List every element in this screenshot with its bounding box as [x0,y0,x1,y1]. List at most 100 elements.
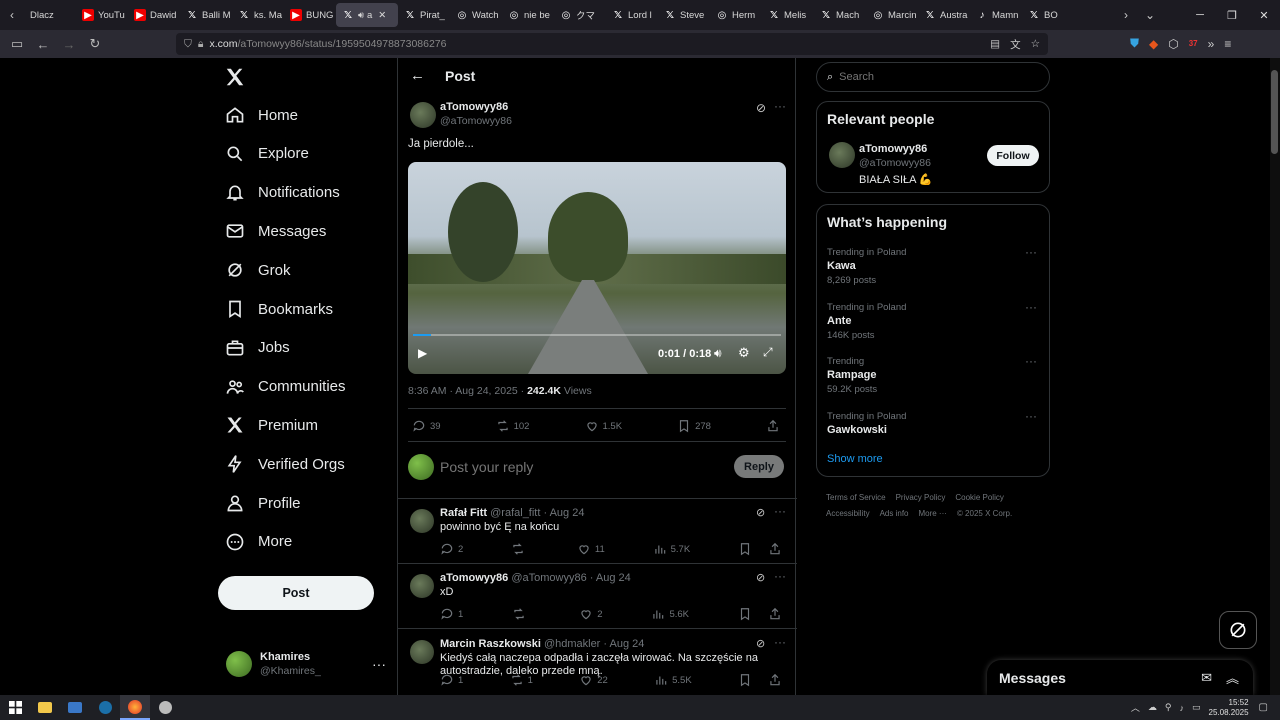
reply-avatar[interactable] [410,509,434,533]
browser-tab[interactable]: ♪ Mamn [970,0,1022,30]
grok-analyze-icon[interactable]: ⊘ [756,571,765,584]
repost-action[interactable] [511,542,529,556]
reply-action[interactable]: 2 [440,542,463,556]
sidebar-toggle-icon[interactable]: ▭ [4,31,30,57]
search-box[interactable]: ⌕ [816,62,1050,92]
footer-link[interactable]: Cookie Policy [955,493,1003,502]
trend-more-icon[interactable]: ··· [1025,409,1037,423]
views-action[interactable]: 5.7K [653,542,690,556]
reply-button[interactable]: Reply [734,455,784,478]
browser-tab[interactable]: ▶ BUNG [284,0,336,30]
notification-icon[interactable]: ▢ [1259,702,1268,713]
reply-author-handle[interactable]: @hdmakler [544,638,600,650]
sidebar-item-messages[interactable]: Messages [224,217,326,245]
bookmark-icon[interactable] [738,673,752,687]
like-action[interactable]: 11 [577,542,605,556]
cloud-icon[interactable]: ☁ [1148,702,1157,713]
pc-app-icon[interactable] [60,695,90,720]
browser-tab[interactable]: Dlacz [24,0,76,30]
sidebar-item-notifications[interactable]: Notifications [224,179,340,207]
minimize-button[interactable]: ─ [1184,0,1216,30]
show-more-link[interactable]: Show more [827,453,883,465]
repost-action[interactable]: 1 [510,673,533,687]
reply-author-name[interactable]: Rafał Fitt [440,507,487,519]
usb-icon[interactable]: ⚲ [1165,702,1172,713]
volume-icon[interactable]: 🔊︎ [714,346,722,361]
browser-tab[interactable]: 𝕏 Balli M [180,0,232,30]
overflow-chevrons-icon[interactable]: » [1208,37,1215,51]
expand-chevron-icon[interactable]: ︽ [1226,668,1239,687]
forward-button[interactable]: → [56,31,82,57]
reply-avatar[interactable] [410,640,434,664]
page-scroll-thumb[interactable] [1271,70,1278,154]
reply-input[interactable] [440,456,710,478]
grok-analyze-icon[interactable]: ⊘ [756,506,765,519]
reply-author-name[interactable]: aTomowyy86 [440,572,508,584]
shield-icon[interactable]: ⛉ [184,38,192,51]
extension-shield-icon[interactable]: ⛊ [1130,36,1139,51]
like-action[interactable]: 1.5K [585,419,622,433]
browser-tab[interactable]: 𝕏ks. Ma [232,0,284,30]
reply-author-handle[interactable]: @rafal_fitt [490,507,540,519]
views-action[interactable]: 5.6K [651,607,689,621]
search-input[interactable] [839,71,1020,83]
trend-more-icon[interactable]: ··· [1025,354,1037,368]
reply-author-name[interactable]: Marcin Raszkowski [440,638,541,650]
back-arrow-icon[interactable]: ← [410,67,425,84]
relevant-avatar[interactable] [829,142,855,168]
tab-audio-icon[interactable]: 🔊︎ [358,10,364,21]
sidebar-item-profile[interactable]: Profile [224,489,301,517]
tab-scroll-left-button[interactable]: ‹ [0,0,24,30]
bookmark-star-icon[interactable]: ☆ [1031,38,1040,50]
bookmark-icon[interactable] [738,542,752,556]
share-icon[interactable] [768,542,782,556]
x-logo-icon[interactable] [224,66,246,93]
lock-icon[interactable]: 🔒︎ [198,38,204,51]
reply-date[interactable]: · Aug 24 [603,638,644,650]
account-switcher[interactable]: Khamires @Khamires_ ··· [226,650,386,678]
sidebar-item-more[interactable]: More [224,528,292,556]
reply-action[interactable]: 1 [440,607,463,621]
bookmark-action[interactable]: 278 [677,419,711,433]
share-icon[interactable] [768,607,782,621]
footer-link[interactable]: Privacy Policy [896,493,946,502]
reply-avatar[interactable] [410,574,434,598]
share-icon[interactable] [768,673,782,687]
relevant-handle[interactable]: @aTomowyy86 [859,157,931,169]
repost-action[interactable]: 102 [496,419,529,433]
close-window-button[interactable]: ✕ [1248,0,1280,30]
sidebar-item-home[interactable]: Home [224,101,298,129]
browser-tab[interactable]: 𝕏 BO [1022,0,1074,30]
browser-tab[interactable]: ◎ Herm [710,0,762,30]
reply-action[interactable]: 39 [412,419,441,433]
reader-view-icon[interactable]: ▤ [990,38,1000,50]
reply-more-icon[interactable]: ··· [774,635,786,649]
trend-more-icon[interactable]: ··· [1025,300,1037,314]
back-button[interactable]: ← [30,31,56,57]
browser-tab[interactable]: ◎ Watch [450,0,502,30]
browser-tab[interactable]: 𝕏 Lord l [606,0,658,30]
sidebar-item-verified-orgs[interactable]: Verified Orgs [224,450,345,478]
browser-tab[interactable]: 𝕏 Austra [918,0,970,30]
reply-more-icon[interactable]: ··· [774,504,786,518]
sidebar-item-communities[interactable]: Communities [224,373,346,401]
tray-overflow-icon[interactable]: ︿ [1131,701,1140,714]
bookmark-icon[interactable] [738,607,752,621]
reply-date[interactable]: · Aug 24 [590,572,631,584]
relevant-name[interactable]: aTomowyy86 [859,143,927,155]
extensions-icon[interactable]: ⬡ [1168,37,1178,51]
reply-author-handle[interactable]: @aTomowyy86 [511,572,586,584]
app-menu-icon[interactable]: ≡ [1224,37,1231,51]
author-avatar[interactable] [410,102,436,128]
grok-fab[interactable] [1219,611,1257,649]
post-button[interactable]: Post [218,576,374,610]
browser-tab[interactable]: 𝕏 Melis [762,0,814,30]
author-name[interactable]: aTomowyy86 [440,101,508,113]
browser-tab[interactable]: ▶ Dawid [128,0,180,30]
restore-button[interactable]: ❐ [1216,0,1248,30]
windows-start-icon[interactable] [0,695,30,720]
fullscreen-icon[interactable]: ⤢ [763,345,773,360]
messages-drawer[interactable]: Messages ✉ ︽ [987,660,1253,695]
browser-tab[interactable]: 𝕏 🔊︎ a ✕ [336,3,398,27]
browser-tab[interactable]: 𝕏 Pirat_ [398,0,450,30]
